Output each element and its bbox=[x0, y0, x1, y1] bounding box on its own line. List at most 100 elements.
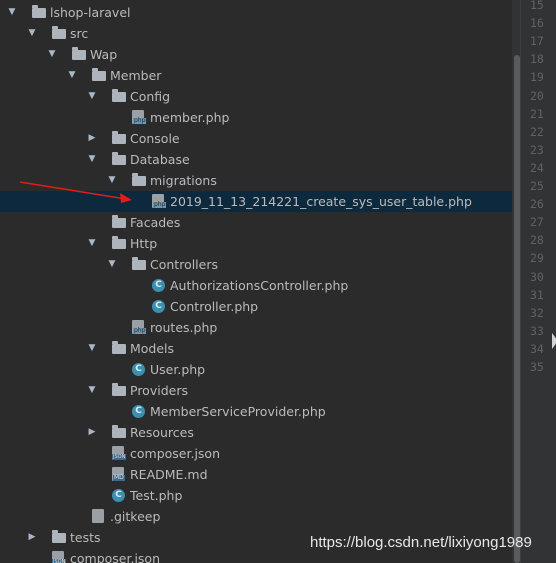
chevron-down-icon[interactable]: ▼ bbox=[106, 254, 118, 275]
tree-row[interactable]: C Controller.php bbox=[0, 296, 512, 317]
tree-row[interactable]: C Test.php bbox=[0, 485, 512, 506]
tree-item-label: README.md bbox=[130, 467, 208, 482]
folder-icon bbox=[112, 341, 126, 354]
folder-icon bbox=[52, 26, 66, 39]
line-number: 31 bbox=[530, 287, 544, 302]
line-number: 25 bbox=[530, 179, 544, 193]
tree-item-label: AuthorizationsController.php bbox=[170, 278, 349, 293]
tree-row[interactable]: ▶ Resources bbox=[0, 422, 512, 443]
tree-row[interactable]: ▼ Models bbox=[0, 338, 512, 359]
tree-item-label: member.php bbox=[150, 110, 230, 125]
php-class-icon: C bbox=[132, 363, 145, 376]
line-number: 20 bbox=[530, 88, 544, 103]
tree-item-label: composer.json bbox=[130, 446, 221, 461]
line-number: 22 bbox=[530, 124, 544, 139]
chevron-right-icon[interactable]: ▶ bbox=[86, 128, 98, 149]
php-file-icon bbox=[132, 110, 147, 124]
php-class-icon: C bbox=[152, 279, 165, 292]
chevron-down-icon[interactable]: ▼ bbox=[86, 233, 98, 254]
tree-row[interactable]: ▼ migrations bbox=[0, 170, 512, 191]
line-number: 21 bbox=[530, 106, 544, 121]
line-number: 18 bbox=[530, 52, 544, 67]
tree-item-label: Database bbox=[130, 152, 190, 167]
chevron-right-icon[interactable]: ▶ bbox=[86, 422, 98, 443]
tree-item-label: routes.php bbox=[150, 320, 218, 335]
tree-row[interactable]: .gitkeep bbox=[0, 506, 512, 527]
tree-row[interactable]: ▼ Database bbox=[0, 149, 512, 170]
php-class-icon: C bbox=[152, 300, 165, 313]
json-file-icon bbox=[52, 551, 67, 563]
line-number: 26 bbox=[530, 197, 544, 212]
tree-row[interactable]: C User.php bbox=[0, 359, 512, 380]
line-number: 29 bbox=[530, 251, 544, 266]
tree-item-label: tests bbox=[70, 530, 101, 545]
tree-row[interactable]: ▼ Config bbox=[0, 86, 512, 107]
folder-icon bbox=[112, 131, 126, 144]
tree-row[interactable]: ▼ Providers bbox=[0, 380, 512, 401]
line-number: 32 bbox=[530, 305, 544, 320]
tree-item-label: Resources bbox=[130, 425, 194, 440]
tree-item-label: Controllers bbox=[150, 257, 218, 272]
chevron-down-icon[interactable]: ▼ bbox=[86, 86, 98, 107]
tree-item-label: Http bbox=[130, 236, 158, 251]
folder-icon bbox=[92, 68, 106, 81]
line-number: 35 bbox=[530, 360, 544, 374]
line-number: 24 bbox=[530, 160, 544, 175]
php-file-icon bbox=[152, 194, 167, 208]
tree-row[interactable]: ▼ Wap bbox=[0, 44, 512, 65]
chevron-down-icon[interactable]: ▼ bbox=[6, 2, 18, 23]
chevron-down-icon[interactable]: ▼ bbox=[66, 65, 78, 86]
line-number: 19 bbox=[530, 70, 544, 85]
tree-row[interactable]: ▶ Console bbox=[0, 128, 512, 149]
chevron-down-icon[interactable]: ▼ bbox=[46, 44, 58, 65]
tree-item-label: lshop-laravel bbox=[50, 5, 131, 20]
tree-row[interactable]: ▼ src bbox=[0, 23, 512, 44]
tree-item-label: Models bbox=[130, 341, 175, 356]
line-number: 15 bbox=[530, 0, 544, 12]
tree-row[interactable]: Facades bbox=[0, 212, 512, 233]
tree-row[interactable]: ▼ Http bbox=[0, 233, 512, 254]
tree-item-label: Console bbox=[130, 131, 180, 146]
line-number: 34 bbox=[530, 341, 544, 356]
markdown-file-icon bbox=[112, 467, 125, 481]
tree-item-label: Config bbox=[130, 89, 171, 104]
folder-icon bbox=[112, 236, 126, 249]
tree-item-label: Providers bbox=[130, 383, 188, 398]
tree-item-label: Test.php bbox=[130, 488, 183, 503]
line-number: 17 bbox=[530, 34, 544, 49]
tree-item-label: MemberServiceProvider.php bbox=[150, 404, 326, 419]
chevron-down-icon[interactable]: ▼ bbox=[106, 170, 118, 191]
tree-row[interactable]: composer.json bbox=[0, 443, 512, 464]
watermark: https://blog.csdn.net/lixiyong1989 bbox=[310, 534, 532, 551]
project-tree[interactable]: ▼ lshop-laravel ▼ src ▼ Wap ▼ Member ▼ Config memb… bbox=[0, 0, 512, 563]
line-number: 28 bbox=[530, 233, 544, 248]
folder-icon bbox=[112, 152, 126, 165]
folder-icon bbox=[132, 173, 146, 186]
php-class-icon: C bbox=[132, 405, 145, 418]
chevron-down-icon[interactable]: ▼ bbox=[86, 338, 98, 359]
chevron-down-icon[interactable]: ▼ bbox=[86, 380, 98, 401]
folder-icon bbox=[72, 47, 86, 60]
line-number: 27 bbox=[530, 215, 544, 230]
tree-row[interactable]: README.md bbox=[0, 464, 512, 485]
line-number-gutter: 15 16 17 18 19 20 21 22 23 24 25 26 27 28 29 30 31 32 33 34… bbox=[520, 0, 556, 563]
chevron-down-icon[interactable]: ▼ bbox=[26, 23, 38, 44]
line-number: 33 bbox=[530, 323, 544, 338]
tree-item-label: Facades bbox=[130, 215, 181, 230]
tree-row[interactable]: ▼ Member bbox=[0, 65, 512, 86]
tree-row[interactable]: C AuthorizationsController.php bbox=[0, 275, 512, 296]
tree-row[interactable]: ▼ Controllers bbox=[0, 254, 512, 275]
chevron-down-icon[interactable]: ▼ bbox=[86, 149, 98, 170]
tree-item-label: Member bbox=[110, 68, 162, 83]
folder-icon bbox=[112, 425, 126, 438]
tree-row[interactable]: member.php bbox=[0, 107, 512, 128]
tree-row[interactable]: ▼ lshop-laravel bbox=[0, 2, 512, 23]
chevron-right-icon[interactable]: ▶ bbox=[26, 527, 38, 548]
tree-item-label: migrations bbox=[150, 173, 217, 188]
tree-row[interactable]: 2019_11_13_214221_create_sys_user_table.… bbox=[0, 191, 512, 212]
tree-row[interactable]: C MemberServiceProvider.php bbox=[0, 401, 512, 422]
folder-icon bbox=[52, 530, 66, 543]
tree-row[interactable]: routes.php bbox=[0, 317, 512, 338]
mouse-cursor-icon bbox=[552, 333, 556, 349]
folder-icon bbox=[112, 215, 126, 228]
